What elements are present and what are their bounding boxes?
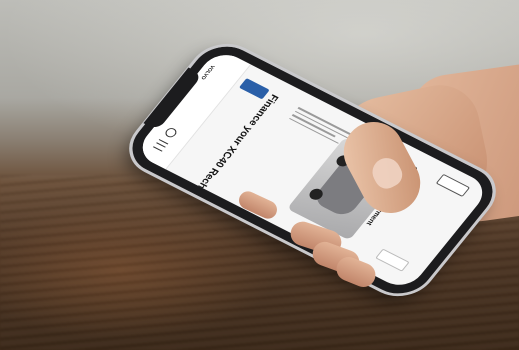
buy-button[interactable]: [375, 248, 410, 272]
brand-logo: VOLVO: [199, 63, 216, 81]
user-icon[interactable]: [163, 126, 179, 139]
menu-icon[interactable]: [152, 139, 169, 152]
photo-scene: VOLVO Finance your XC40 Recharge Choose …: [0, 0, 519, 350]
subscribe-button[interactable]: [435, 173, 471, 198]
